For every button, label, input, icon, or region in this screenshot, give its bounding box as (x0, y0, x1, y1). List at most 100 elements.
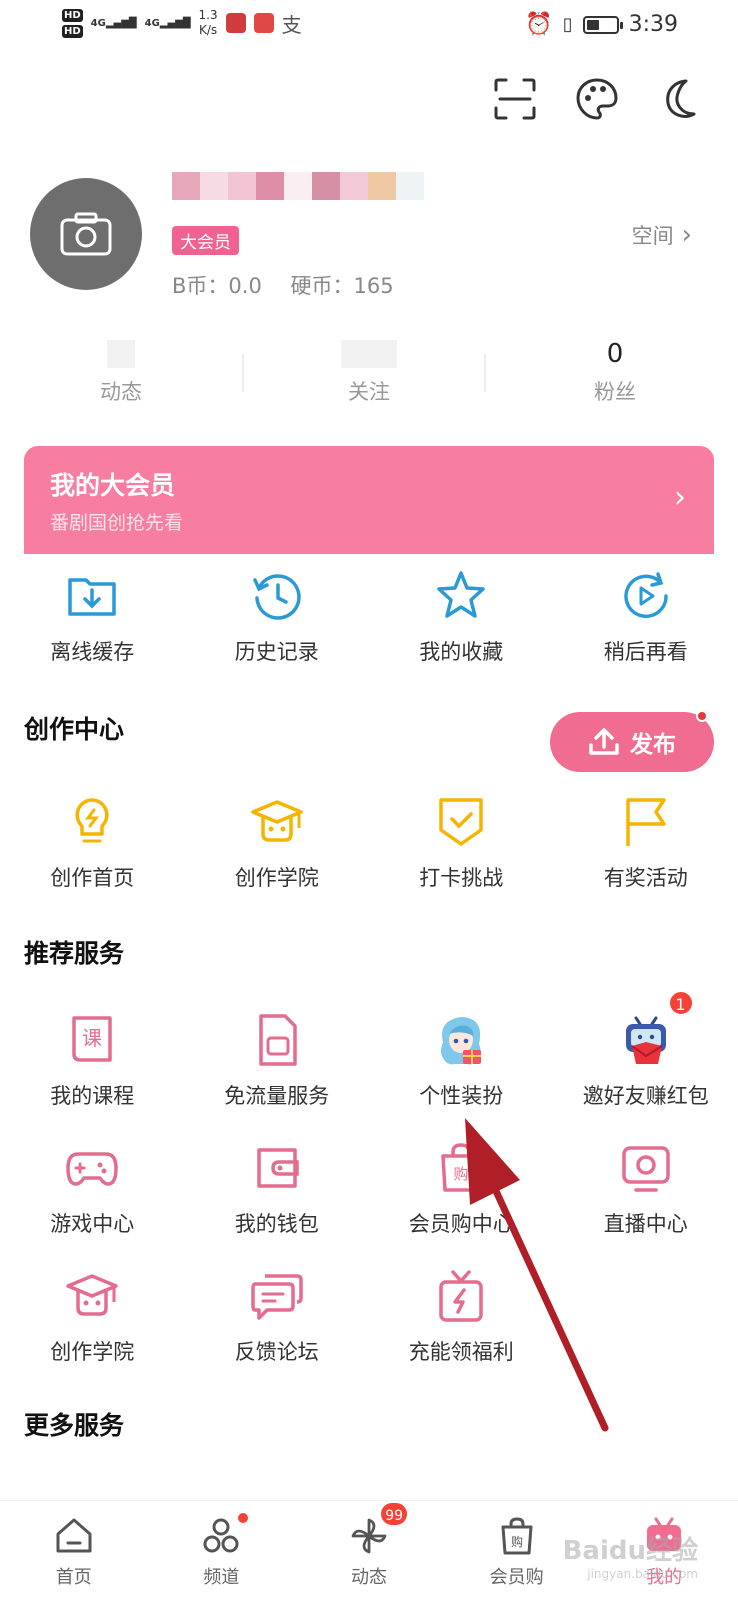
stat-fans[interactable]: 0 粉丝 (535, 336, 695, 406)
chat-bubbles-icon (251, 1274, 303, 1320)
chevron-right-icon: › (681, 220, 692, 250)
stat-label: 动态 (100, 380, 142, 404)
app-notification-icon (225, 13, 246, 33)
tv-mascot-envelope-icon (625, 1016, 666, 1064)
stat-label: 关注 (348, 380, 390, 404)
palette-icon[interactable] (574, 76, 620, 122)
hd-bottom: HD (62, 24, 83, 38)
service-vip-mall[interactable]: 购 会员购中心 (369, 1140, 554, 1238)
quick-actions-row: 离线缓存 历史记录 我的收藏 稍后再看 (0, 568, 738, 666)
hd-top: HD (62, 8, 83, 22)
gamepad-icon (66, 1152, 118, 1186)
notification-badge: 99 (379, 1501, 410, 1527)
wallet-icon (257, 1148, 299, 1188)
service-row: 课 我的课程 免流量服务 个性装扮 邀好友赚红包 1 (0, 990, 738, 1110)
sim-card-icon (259, 1014, 297, 1066)
quick-action-label: 稍后再看 (603, 640, 688, 664)
creation-checkin-challenge[interactable]: 打卡挑战 (369, 794, 554, 892)
service-creation-academy[interactable]: 创作学院 (0, 1268, 185, 1366)
divider (484, 354, 486, 392)
stat-value: 0 (606, 339, 624, 369)
service-label: 我的课程 (50, 1084, 135, 1108)
avatar[interactable] (30, 178, 142, 290)
stat-dynamic[interactable]: 动态 (41, 336, 201, 406)
tab-home[interactable]: 首页 (0, 1501, 148, 1600)
creation-reward-events[interactable]: 有奖活动 (554, 794, 738, 892)
quick-action-label: 离线缓存 (50, 640, 135, 664)
coin-info: B币：0.0 硬币：165 (172, 270, 416, 300)
stat-value-blurred (341, 340, 397, 368)
service-label: 免流量服务 (224, 1084, 330, 1108)
service-charge-rewards[interactable]: 充能领福利 (369, 1268, 554, 1366)
live-tv-icon (622, 1146, 670, 1192)
service-label: 游戏中心 (50, 1212, 135, 1236)
svg-text:课: 课 (82, 1026, 102, 1050)
quick-action-offline-cache[interactable]: 离线缓存 (0, 568, 185, 666)
creation-label: 创作首页 (50, 866, 135, 890)
tab-label: 会员购 (489, 1567, 544, 1588)
service-my-courses[interactable]: 课 我的课程 (0, 1012, 185, 1110)
flag-icon (626, 798, 666, 846)
quick-action-history[interactable]: 历史记录 (185, 568, 370, 666)
stat-value-blurred (107, 340, 135, 368)
notification-badge: 1 (667, 990, 694, 1016)
home-icon (56, 1518, 92, 1553)
svg-text:购: 购 (454, 1165, 469, 1183)
service-invite-friends[interactable]: 邀好友赚红包 1 (554, 990, 738, 1110)
b-coin: B币：0.0 (172, 274, 262, 298)
service-label: 直播中心 (603, 1212, 688, 1236)
watermark: Baidu经验 jingyan.baidu.com (562, 1536, 698, 1581)
service-label: 个性装扮 (419, 1084, 504, 1108)
space-label: 空间 (631, 224, 674, 248)
creation-row: 创作首页 创作学院 打卡挑战 有奖活动 (0, 794, 738, 892)
creation-label: 打卡挑战 (419, 866, 504, 890)
history-clock-icon (253, 574, 301, 620)
quick-action-watch-later[interactable]: 稍后再看 (554, 568, 738, 666)
signal-2: 4G▂▄▆█ (144, 17, 191, 29)
shopping-bag-icon: 购 (441, 1143, 481, 1192)
vip-tag: 大会员 (172, 226, 239, 255)
coin-count: 硬币：165 (290, 274, 394, 298)
service-game-center[interactable]: 游戏中心 (0, 1140, 185, 1238)
alarm-icon: ⏰ (525, 12, 553, 37)
status-bar: HD HD 4G▂▄▆█ 4G▂▄▆█ 1.3 K/s 支 ⏰ ▯ 3:39 (0, 0, 738, 56)
tab-channel[interactable]: 频道 (148, 1501, 296, 1600)
network-speed: 1.3 K/s (198, 8, 218, 37)
service-feedback-forum[interactable]: 反馈论坛 (185, 1268, 370, 1366)
space-link[interactable]: 空间 › (632, 220, 692, 250)
battery-fill (586, 19, 600, 30)
tab-dynamic[interactable]: 动态 99 (295, 1501, 443, 1600)
creation-label: 有奖活动 (603, 866, 688, 890)
stat-following[interactable]: 关注 (289, 336, 449, 406)
publish-button[interactable]: 发布 (550, 710, 714, 772)
graduation-cap-icon (251, 800, 303, 842)
service-personal-dressup[interactable]: 个性装扮 (369, 1012, 554, 1110)
vip-banner[interactable]: 我的大会员 番剧国创抢先看 › (24, 446, 714, 554)
creation-center-title: 创作中心 (24, 715, 125, 744)
creation-label: 创作学院 (234, 866, 319, 890)
quick-action-label: 我的收藏 (419, 640, 504, 664)
publish-label: 发布 (630, 732, 676, 758)
camera-icon (60, 212, 112, 256)
creation-home[interactable]: 创作首页 (0, 794, 185, 892)
signal-1: 4G▂▄▆█ (90, 17, 137, 29)
scan-icon[interactable] (492, 76, 538, 122)
notification-dot (696, 710, 708, 722)
quick-action-favorites[interactable]: 我的收藏 (369, 568, 554, 666)
tab-label: 频道 (203, 1567, 240, 1588)
tab-label: 动态 (350, 1567, 387, 1588)
service-live-center[interactable]: 直播中心 (554, 1140, 738, 1238)
status-right: ⏰ ▯ 3:39 (525, 12, 678, 37)
divider (242, 354, 244, 392)
stat-label: 粉丝 (594, 380, 636, 404)
service-my-wallet[interactable]: 我的钱包 (185, 1140, 370, 1238)
vip-banner-title: 我的大会员 (50, 471, 176, 500)
star-icon (437, 571, 485, 618)
service-free-data[interactable]: 免流量服务 (185, 1012, 370, 1110)
service-label: 我的钱包 (234, 1212, 319, 1236)
shopping-bag-icon: 购 (501, 1517, 533, 1555)
hd-indicators: HD HD (62, 8, 83, 38)
creation-academy[interactable]: 创作学院 (185, 794, 370, 892)
battery-icon (582, 15, 623, 34)
night-mode-moon-icon[interactable] (656, 76, 702, 122)
